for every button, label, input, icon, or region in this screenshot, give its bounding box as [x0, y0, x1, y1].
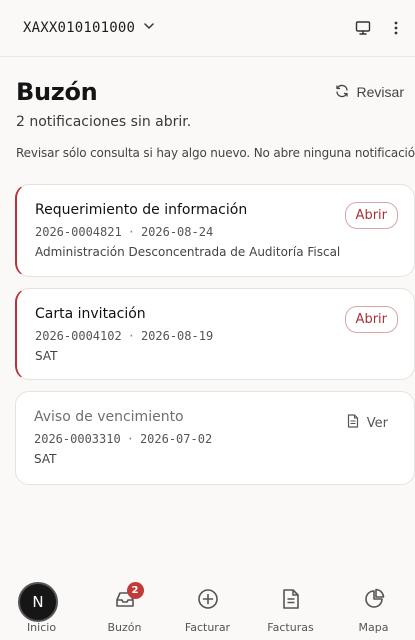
notification-issuer: SAT	[35, 349, 58, 363]
view-label: Ver	[366, 415, 388, 431]
notification-meta: 2026-0003310 · 2026-07-02	[34, 432, 213, 446]
plus-circle-icon	[197, 588, 219, 615]
notification-title: Aviso de vencimiento	[34, 409, 184, 425]
document-icon	[347, 414, 359, 432]
monitor-icon[interactable]	[355, 20, 371, 36]
notification-card[interactable]: Carta invitación 2026-0004102 · 2026-08-19…	[15, 288, 415, 380]
refresh-button[interactable]: Revisar	[335, 84, 404, 101]
notification-title: Carta invitación	[35, 306, 146, 322]
refresh-icon	[335, 84, 349, 101]
account-selector[interactable]: XAXX010101000	[23, 19, 155, 37]
unread-badge: 2	[126, 582, 144, 599]
avatar-initial: N	[32, 593, 44, 611]
avatar[interactable]: N	[18, 582, 58, 622]
notification-folio: 2026-0003310	[34, 432, 121, 446]
top-bar: XAXX010101000	[0, 0, 415, 57]
notification-issuer: Administración Desconcentrada de Auditor…	[35, 245, 341, 259]
nav-item-mapa[interactable]: Mapa	[332, 576, 415, 640]
notification-date: 2026-08-24	[140, 225, 214, 239]
nav-label: Facturas	[267, 621, 314, 634]
document-icon	[280, 588, 302, 615]
notification-folio: 2026-0004102	[35, 329, 122, 343]
notification-title: Requerimiento de información	[35, 202, 248, 218]
view-button[interactable]: Ver	[347, 414, 388, 432]
notification-card[interactable]: Requerimiento de información 2026-000482…	[15, 184, 415, 277]
nav-label: Facturar	[184, 621, 231, 634]
notification-date: 2026-08-19	[140, 329, 214, 343]
page-title: Buzón	[16, 78, 98, 106]
title-row: Buzón Revisar	[16, 78, 404, 106]
notification-folio: 2026-0004821	[35, 225, 122, 239]
chevron-down-icon	[143, 19, 155, 37]
bottom-nav: Inicio 2 Buzón Facturar Facturas Mapa	[0, 576, 415, 640]
open-button[interactable]: Abrir	[344, 202, 398, 229]
pie-chart-icon	[363, 588, 385, 615]
notification-card[interactable]: Aviso de vencimiento 2026-0003310 · 2026-0…	[15, 391, 415, 485]
notification-meta: 2026-0004821 · 2026-08-24	[35, 225, 214, 239]
account-rfc: XAXX010101000	[23, 20, 136, 36]
open-button[interactable]: Abrir	[344, 306, 398, 333]
notification-meta: 2026-0004102 · 2026-08-19	[35, 329, 214, 343]
nav-label: Mapa	[358, 621, 389, 634]
refresh-hint: Revisar sólo consulta si hay algo nuevo.…	[16, 146, 415, 160]
notification-date: 2026-07-02	[139, 432, 213, 446]
more-vertical-icon[interactable]	[393, 20, 399, 36]
unread-count-text: 2 notificaciones sin abrir.	[16, 114, 192, 130]
nav-item-facturar[interactable]: Facturar	[166, 576, 249, 640]
nav-label: Buzón	[107, 621, 142, 634]
refresh-label: Revisar	[356, 84, 404, 100]
nav-item-facturas[interactable]: Facturas	[249, 576, 332, 640]
nav-item-buzon[interactable]: 2 Buzón	[83, 576, 166, 640]
nav-label: Inicio	[26, 621, 57, 634]
notification-issuer: SAT	[34, 452, 57, 466]
